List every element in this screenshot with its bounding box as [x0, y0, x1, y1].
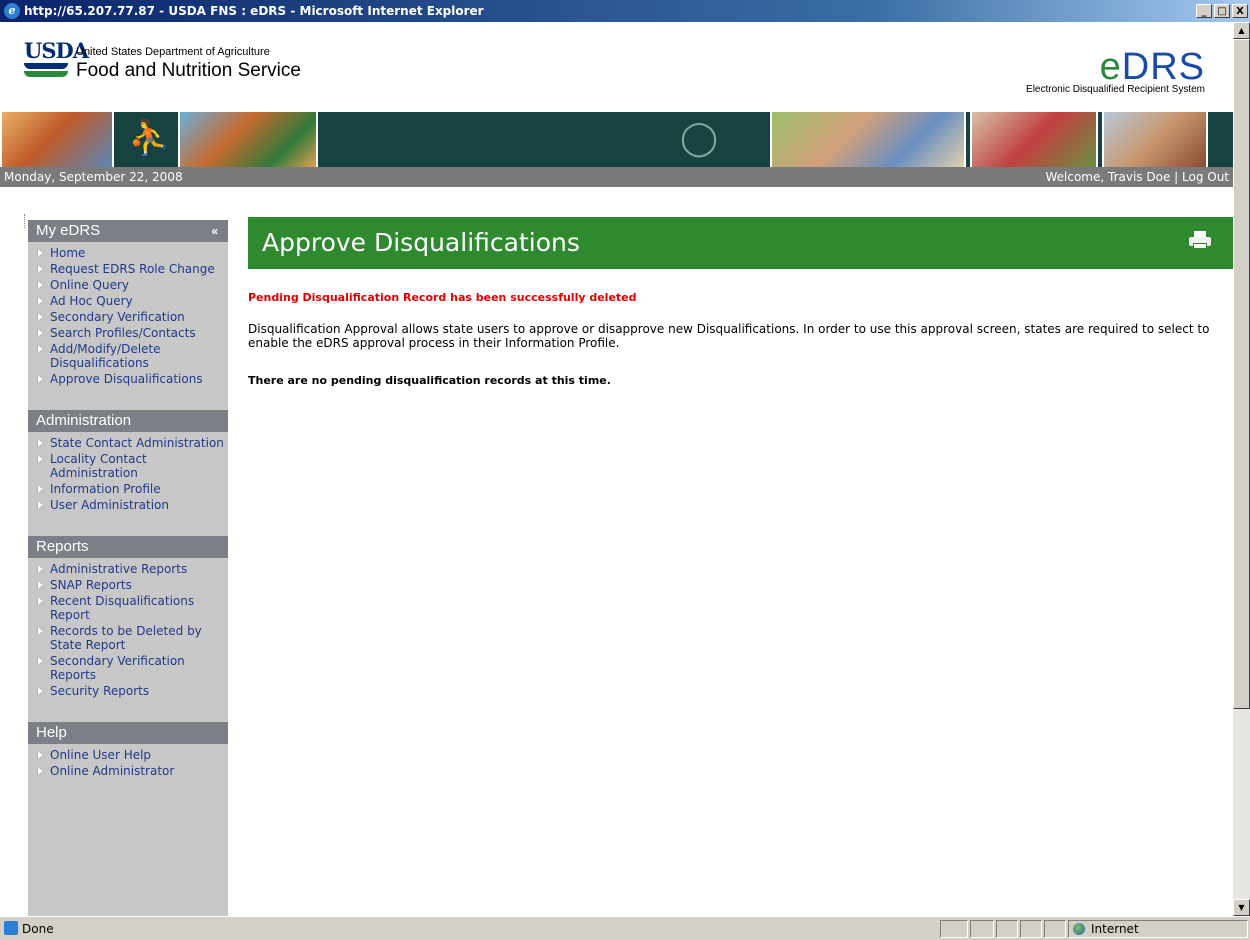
- sidebar-nav: My eDRS « Home Request EDRS Role Change Onli…: [28, 220, 228, 916]
- page-done-icon: [4, 920, 18, 935]
- sidebar-section-title: Reports: [36, 538, 89, 555]
- sidebar-section-title: My eDRS: [36, 222, 101, 239]
- runner-silhouette-icon: ⛹: [128, 118, 171, 158]
- sidebar-item-records-to-be-deleted-by-state-report[interactable]: Records to be Deleted by State Report: [38, 624, 228, 652]
- edrs-logo-drs: DRS: [1121, 46, 1205, 88]
- sidebar-section-header: Administration: [28, 410, 228, 432]
- status-cell-blank: [1044, 919, 1066, 938]
- page-title-bar: Approve Disqualifications: [248, 217, 1233, 269]
- sidebar-item-secondary-verification-reports[interactable]: Secondary Verification Reports: [38, 654, 228, 682]
- status-text: Done: [22, 921, 54, 936]
- status-bar: Done Internet: [0, 916, 1250, 940]
- sidebar-item-request-edrs-role-change[interactable]: Request EDRS Role Change: [38, 262, 228, 276]
- sidebar-item-recent-disqualifications-report[interactable]: Recent Disqualifications Report: [38, 594, 228, 622]
- plate-fork-silhouette-icon: ◯: [680, 118, 719, 158]
- status-text-area: Done: [0, 920, 940, 936]
- sidebar-item-user-administration[interactable]: User Administration: [38, 498, 228, 512]
- sidebar-list: Online User Help Online Administrator: [28, 744, 228, 790]
- sidebar-section-my-edrs: My eDRS « Home Request EDRS Role Change Onli…: [28, 220, 228, 398]
- minimize-button[interactable]: _: [1196, 4, 1212, 18]
- print-icon-tray: [1193, 243, 1207, 249]
- sidebar-section-help: Help Online User Help Online Administrator: [28, 722, 228, 790]
- sidebar-list: Home Request EDRS Role Change Online Query…: [28, 242, 228, 398]
- sidebar-item-home[interactable]: Home: [38, 246, 228, 260]
- status-cell-blank: [940, 919, 968, 938]
- internet-explorer-icon[interactable]: e: [4, 3, 20, 19]
- edrs-logo[interactable]: eDRS: [1100, 48, 1205, 86]
- banner-photo-market: [970, 112, 1098, 167]
- agency-name: Food and Nutrition Service: [76, 60, 301, 81]
- sidebar-section-header: My eDRS «: [28, 220, 228, 242]
- banner-photo-family: [770, 112, 966, 167]
- no-records-message: There are no pending disqualification re…: [248, 374, 611, 387]
- current-date: Monday, September 22, 2008: [4, 170, 183, 184]
- sidebar-item-secondary-verification[interactable]: Secondary Verification: [38, 310, 228, 324]
- vertical-scrollbar[interactable]: ▲ ▼: [1233, 22, 1250, 916]
- sidebar-section-title: Help: [36, 724, 67, 741]
- sidebar-section-header: Help: [28, 722, 228, 744]
- window-title: http://65.207.77.87 - USDA FNS : eDRS - …: [24, 4, 484, 18]
- main-content: Approve Disqualifications Pending Disqua…: [248, 217, 1233, 387]
- scroll-up-arrow-icon[interactable]: ▲: [1233, 22, 1250, 39]
- usda-logo-text: USDA: [24, 38, 89, 63]
- error-message: Pending Disqualification Record has been…: [248, 291, 637, 304]
- page-description: Disqualification Approval allows state u…: [248, 322, 1210, 350]
- sidebar-item-approve-disqualifications[interactable]: Approve Disqualifications: [38, 372, 228, 386]
- department-name: United States Department of Agriculture: [76, 46, 270, 58]
- edrs-subtitle: Electronic Disqualified Recipient System: [1026, 84, 1205, 95]
- sidebar-section-title: Administration: [36, 412, 132, 429]
- sidebar-item-online-administrator[interactable]: Online Administrator: [38, 764, 228, 778]
- banner-photo-sports: [0, 112, 114, 167]
- usda-logo[interactable]: USDA: [24, 38, 89, 82]
- window-title-bar: e http://65.207.77.87 - USDA FNS : eDRS …: [0, 0, 1250, 22]
- status-cell-blank: [996, 919, 1018, 938]
- scrollbar-thumb[interactable]: [1233, 39, 1250, 709]
- sidebar-item-administrative-reports[interactable]: Administrative Reports: [38, 562, 228, 576]
- header-banner: ⛹ ◯: [0, 112, 1233, 167]
- status-cell-blank: [1020, 919, 1042, 938]
- sidebar-item-add-modify-delete-disqualifications[interactable]: Add/Modify/Delete Disqualifications: [38, 342, 228, 370]
- internet-globe-icon: [1073, 922, 1085, 935]
- banner-photo-kids: [178, 112, 318, 167]
- sidebar-item-state-contact-administration[interactable]: State Contact Administration: [38, 436, 228, 450]
- page-title: Approve Disqualifications: [262, 228, 580, 257]
- banner-photo-office: [1102, 112, 1208, 167]
- security-icon[interactable]: [970, 919, 994, 938]
- sidebar-section-administration: Administration State Contact Administrati…: [28, 410, 228, 524]
- sidebar-collapse-icon[interactable]: «: [211, 220, 218, 242]
- usda-logo-swoosh: [24, 63, 68, 69]
- security-zone-label: Internet: [1091, 921, 1139, 936]
- print-icon[interactable]: [1189, 231, 1211, 249]
- welcome-logout-link[interactable]: Welcome, Travis Doe | Log Out: [1045, 167, 1229, 187]
- browser-viewport: USDA United States Department of Agricul…: [0, 22, 1233, 916]
- sidebar-section-header: Reports: [28, 536, 228, 558]
- site-header: USDA United States Department of Agricul…: [0, 22, 1233, 112]
- sidebar-item-locality-contact-administration[interactable]: Locality Contact Administration: [38, 452, 228, 480]
- sidebar-item-information-profile[interactable]: Information Profile: [38, 482, 228, 496]
- sidebar-item-security-reports[interactable]: Security Reports: [38, 684, 228, 698]
- edrs-logo-e: e: [1099, 46, 1122, 88]
- sidebar-section-reports: Reports Administrative Reports SNAP Report…: [28, 536, 228, 710]
- sidebar-list: Administrative Reports SNAP Reports Recent…: [28, 558, 228, 710]
- close-button[interactable]: X: [1232, 4, 1248, 18]
- date-bar: Monday, September 22, 2008 Welcome, Trav…: [0, 167, 1233, 187]
- sidebar-item-online-user-help[interactable]: Online User Help: [38, 748, 228, 762]
- sidebar-list: State Contact Administration Locality Con…: [28, 432, 228, 524]
- security-zone[interactable]: Internet: [1068, 919, 1248, 938]
- sidebar-item-online-query[interactable]: Online Query: [38, 278, 228, 292]
- scroll-down-arrow-icon[interactable]: ▼: [1233, 899, 1250, 916]
- maximize-button[interactable]: □: [1214, 4, 1230, 18]
- sidebar-item-ad-hoc-query[interactable]: Ad Hoc Query: [38, 294, 228, 308]
- sidebar-item-search-profiles-contacts[interactable]: Search Profiles/Contacts: [38, 326, 228, 340]
- sidebar-item-snap-reports[interactable]: SNAP Reports: [38, 578, 228, 592]
- usda-logo-swoosh: [24, 71, 68, 77]
